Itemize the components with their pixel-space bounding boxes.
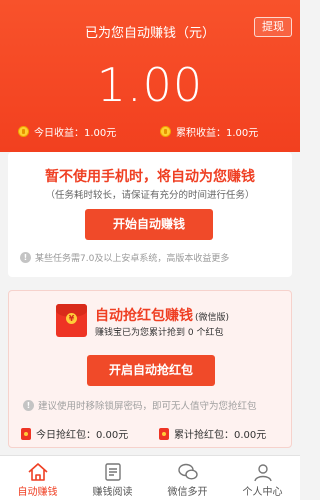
nav-label: 自动赚钱 — [17, 487, 58, 498]
reading-icon — [104, 463, 121, 481]
red-packet-note-text: 建议使用时移除锁屏密码，即可无人值守为您抢红包 — [38, 401, 257, 412]
nav-item-profile[interactable]: 个人中心 — [225, 456, 300, 500]
auto-earn-subtitle: （任务耗时较长，请保证有充分的时间进行任务） — [45, 190, 255, 201]
red-packet-note: ! 建议使用时移除锁屏密码，即可无人值守为您抢红包 — [23, 398, 257, 412]
red-packet-card: ¥ 自动抢红包赚钱 (微信版) 赚钱宝已为您累计抢到 0 个红包 开启自动抢红包 … — [8, 290, 292, 448]
envelope-coin-icon: ¥ — [66, 313, 77, 324]
nav-label: 赚钱阅读 — [92, 487, 133, 498]
total-packets-label: 累计抢红包：0.00元 — [174, 430, 267, 441]
total-income: 累积收益：1.00元 — [160, 124, 258, 139]
chat-icon — [177, 463, 198, 480]
coin-icon — [18, 126, 29, 137]
auto-earn-note: ! 某些任务需7.0及以上安卓系统，高版本收益更多 — [20, 251, 229, 264]
red-packet-subtitle: 赚钱宝已为您累计抢到 0 个红包 — [95, 328, 224, 338]
total-income-label: 累积收益：1.00元 — [176, 128, 259, 139]
red-envelope-icon: ¥ — [56, 304, 87, 337]
red-packet-title-suffix: (微信版) — [195, 313, 230, 323]
red-packet-title-text: 自动抢红包赚钱 — [95, 308, 193, 324]
nav-item-auto-earn[interactable]: 自动赚钱 — [0, 456, 75, 500]
total-amount: 1.00 — [96, 58, 204, 112]
home-icon — [27, 463, 48, 481]
nav-label: 微信多开 — [167, 487, 208, 498]
today-packets-label: 今日抢红包：0.00元 — [36, 430, 129, 441]
auto-earn-note-text: 某些任务需7.0及以上安卓系统，高版本收益更多 — [35, 254, 230, 264]
nav-label: 个人中心 — [242, 487, 283, 498]
red-packet-title: 自动抢红包赚钱 (微信版) — [95, 305, 229, 325]
red-envelope-icon — [21, 427, 31, 440]
today-income-label: 今日收益：1.00元 — [34, 128, 117, 139]
earnings-header: 已为您自动赚钱（元） 提现 1.00 今日收益：1.00元 累积收益：1.00元 — [0, 0, 300, 152]
coin-icon — [160, 126, 171, 137]
nav-item-reading[interactable]: 赚钱阅读 — [75, 456, 150, 500]
withdraw-button[interactable]: 提现 — [254, 17, 292, 37]
total-packets: 累计抢红包：0.00元 — [159, 426, 266, 441]
auto-earn-card: 暂不使用手机时，将自动为您赚钱 （任务耗时较长，请保证有充分的时间进行任务） 开… — [8, 152, 292, 277]
start-red-packet-button[interactable]: 开启自动抢红包 — [87, 355, 215, 386]
bottom-nav: 自动赚钱 赚钱阅读 微信多开 个人中心 — [0, 455, 300, 500]
user-icon — [253, 464, 272, 482]
today-packets: 今日抢红包：0.00元 — [21, 426, 128, 441]
info-icon: ! — [20, 252, 31, 263]
start-auto-earn-button[interactable]: 开始自动赚钱 — [85, 209, 213, 240]
red-envelope-icon — [159, 427, 169, 440]
info-icon: ! — [23, 399, 34, 411]
today-income: 今日收益：1.00元 — [18, 124, 116, 139]
nav-item-wechat-multi[interactable]: 微信多开 — [150, 456, 225, 500]
auto-earn-title: 暂不使用手机时，将自动为您赚钱 — [45, 169, 255, 185]
